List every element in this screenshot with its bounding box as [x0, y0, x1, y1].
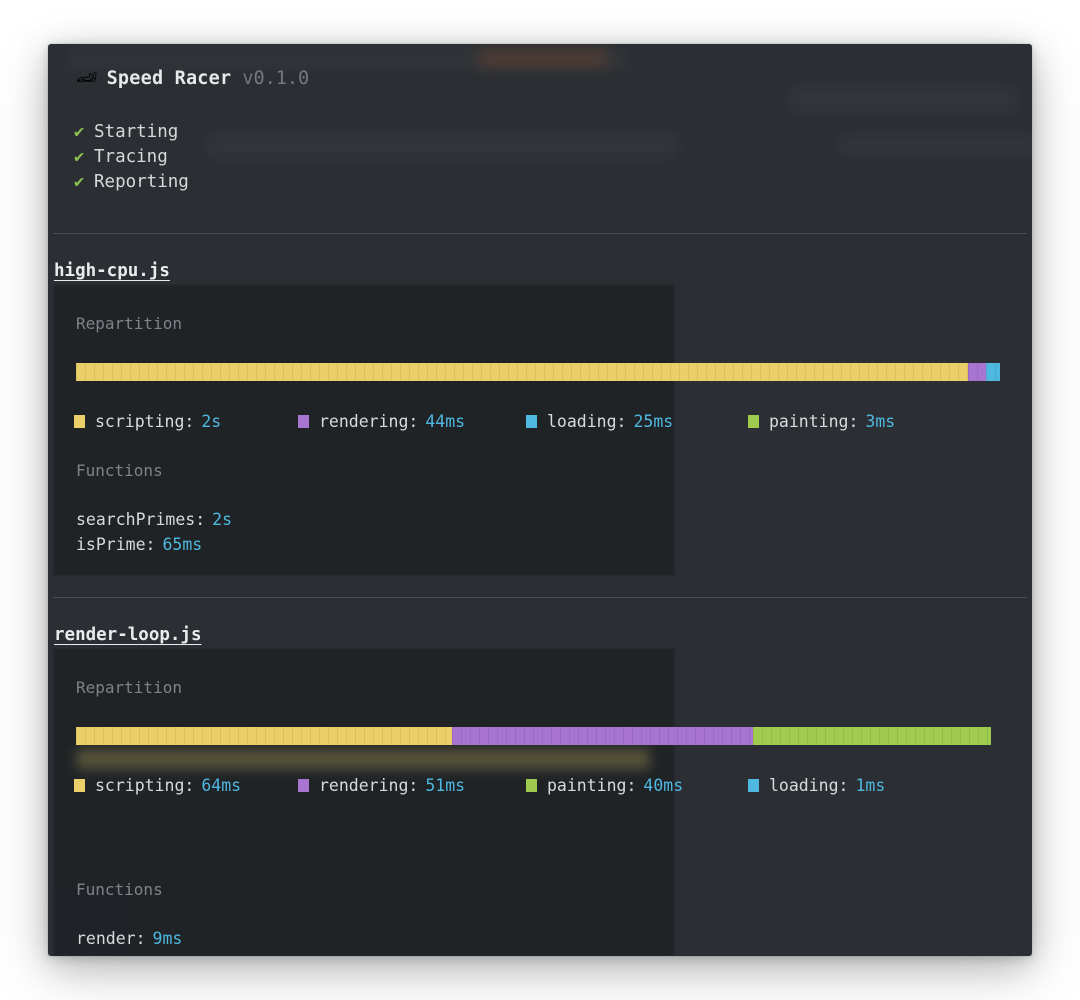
report-section-render-loop: render-loop.js Repartition scripting : 6…	[48, 597, 1032, 956]
legend-label: loading	[547, 412, 617, 431]
page-root: 🏎 Speed Racer v0.1.0 ✔ Starting ✔ Tracin…	[0, 0, 1080, 1000]
legend-item-rendering: rendering : 44ms	[298, 412, 526, 431]
function-row: requestAnimationFrame: 7ms	[76, 954, 331, 956]
legend-swatch-icon	[298, 415, 309, 428]
legend-label: painting	[547, 776, 627, 795]
legend-item-loading: loading : 25ms	[526, 412, 748, 431]
repartition-legend: scripting : 2s rendering : 44ms loading …	[74, 412, 895, 431]
legend-separator: :	[616, 412, 627, 431]
legend-value: 40ms	[643, 776, 684, 795]
legend-value: 44ms	[425, 412, 466, 431]
terminal-window: 🏎 Speed Racer v0.1.0 ✔ Starting ✔ Tracin…	[48, 44, 1032, 956]
legend-label: scripting	[95, 776, 185, 795]
app-title: Speed Racer	[106, 68, 232, 89]
legend-swatch-icon	[526, 415, 537, 428]
function-name: requestAnimationFrame	[76, 954, 285, 956]
bar-segment-loading	[986, 363, 1000, 381]
legend-item-scripting: scripting : 64ms	[74, 776, 298, 795]
legend-item-scripting: scripting : 2s	[74, 412, 298, 431]
legend-value: 2s	[201, 412, 222, 431]
step-label: Tracing	[94, 147, 168, 167]
legend-label: loading	[769, 776, 839, 795]
function-separator: :	[145, 535, 156, 554]
app-title-row: 🏎 Speed Racer v0.1.0	[76, 68, 309, 89]
legend-item-rendering: rendering : 51ms	[298, 776, 526, 795]
app-header: 🏎 Speed Racer v0.1.0 ✔ Starting ✔ Tracin…	[48, 44, 1032, 233]
function-row: render: 9ms	[76, 929, 331, 954]
legend-swatch-icon	[74, 779, 85, 792]
legend-separator: :	[184, 776, 195, 795]
legend-swatch-icon	[748, 415, 759, 428]
legend-label: scripting	[95, 412, 185, 431]
function-name: isPrime	[76, 535, 146, 554]
legend-swatch-icon	[748, 779, 759, 792]
functions-label: Functions	[76, 461, 163, 480]
report-file-name[interactable]: render-loop.js	[54, 625, 202, 645]
legend-separator: :	[408, 412, 419, 431]
function-value: 7ms	[302, 954, 332, 956]
legend-separator: :	[838, 776, 849, 795]
function-row: searchPrimes: 2s	[76, 510, 232, 535]
repartition-bar	[76, 727, 991, 745]
function-separator: :	[195, 510, 206, 529]
report-file-name[interactable]: high-cpu.js	[54, 261, 170, 281]
legend-value: 1ms	[855, 776, 886, 795]
function-row: isPrime: 65ms	[76, 535, 232, 560]
legend-value: 51ms	[425, 776, 466, 795]
legend-separator: :	[626, 776, 637, 795]
step-label: Starting	[94, 122, 179, 142]
bar-segment-rendering	[452, 727, 754, 745]
app-version: v0.1.0	[242, 68, 310, 89]
check-icon: ✔	[74, 172, 85, 192]
functions-label: Functions	[76, 880, 163, 899]
function-name: searchPrimes	[76, 510, 196, 529]
legend-item-loading: loading : 1ms	[748, 776, 885, 795]
function-value: 2s	[212, 510, 233, 529]
step-starting: ✔ Starting	[74, 122, 189, 147]
function-separator: :	[285, 954, 295, 956]
function-value: 9ms	[152, 929, 183, 948]
racing-car-icon: 🏎	[76, 68, 98, 88]
legend-label: rendering	[319, 412, 409, 431]
progress-steps: ✔ Starting ✔ Tracing ✔ Reporting	[74, 122, 189, 197]
bar-segment-rendering	[967, 363, 987, 381]
legend-item-painting: painting : 3ms	[748, 412, 895, 431]
legend-swatch-icon	[74, 415, 85, 428]
functions-list: render:9ms requestAnimationFrame:7ms	[76, 929, 331, 956]
functions-list: searchPrimes: 2s isPrime: 65ms	[76, 510, 232, 560]
legend-separator: :	[848, 412, 859, 431]
function-value: 65ms	[162, 535, 203, 554]
legend-swatch-icon	[526, 779, 537, 792]
legend-value: 3ms	[865, 412, 896, 431]
repartition-label: Repartition	[76, 314, 182, 333]
bar-segment-painting	[753, 727, 991, 745]
bar-segment-scripting	[76, 727, 453, 745]
legend-value: 64ms	[201, 776, 242, 795]
legend-separator: :	[408, 776, 419, 795]
legend-swatch-icon	[298, 779, 309, 792]
legend-separator: :	[184, 412, 195, 431]
check-icon: ✔	[74, 122, 85, 142]
check-icon: ✔	[74, 147, 85, 167]
repartition-label: Repartition	[76, 678, 182, 697]
legend-item-painting: painting : 40ms	[526, 776, 748, 795]
bar-segment-scripting	[76, 363, 968, 381]
report-section-high-cpu: high-cpu.js Repartition scripting : 2s r…	[48, 233, 1032, 597]
legend-label: rendering	[319, 776, 409, 795]
repartition-bar	[76, 363, 1000, 381]
function-name: render	[76, 929, 136, 948]
legend-label: painting	[769, 412, 849, 431]
repartition-legend: scripting : 64ms rendering : 51ms painti…	[74, 776, 885, 795]
function-separator: :	[135, 929, 146, 948]
step-reporting: ✔ Reporting	[74, 172, 189, 197]
step-tracing: ✔ Tracing	[74, 147, 189, 172]
legend-value: 25ms	[633, 412, 674, 431]
step-label: Reporting	[94, 172, 189, 192]
